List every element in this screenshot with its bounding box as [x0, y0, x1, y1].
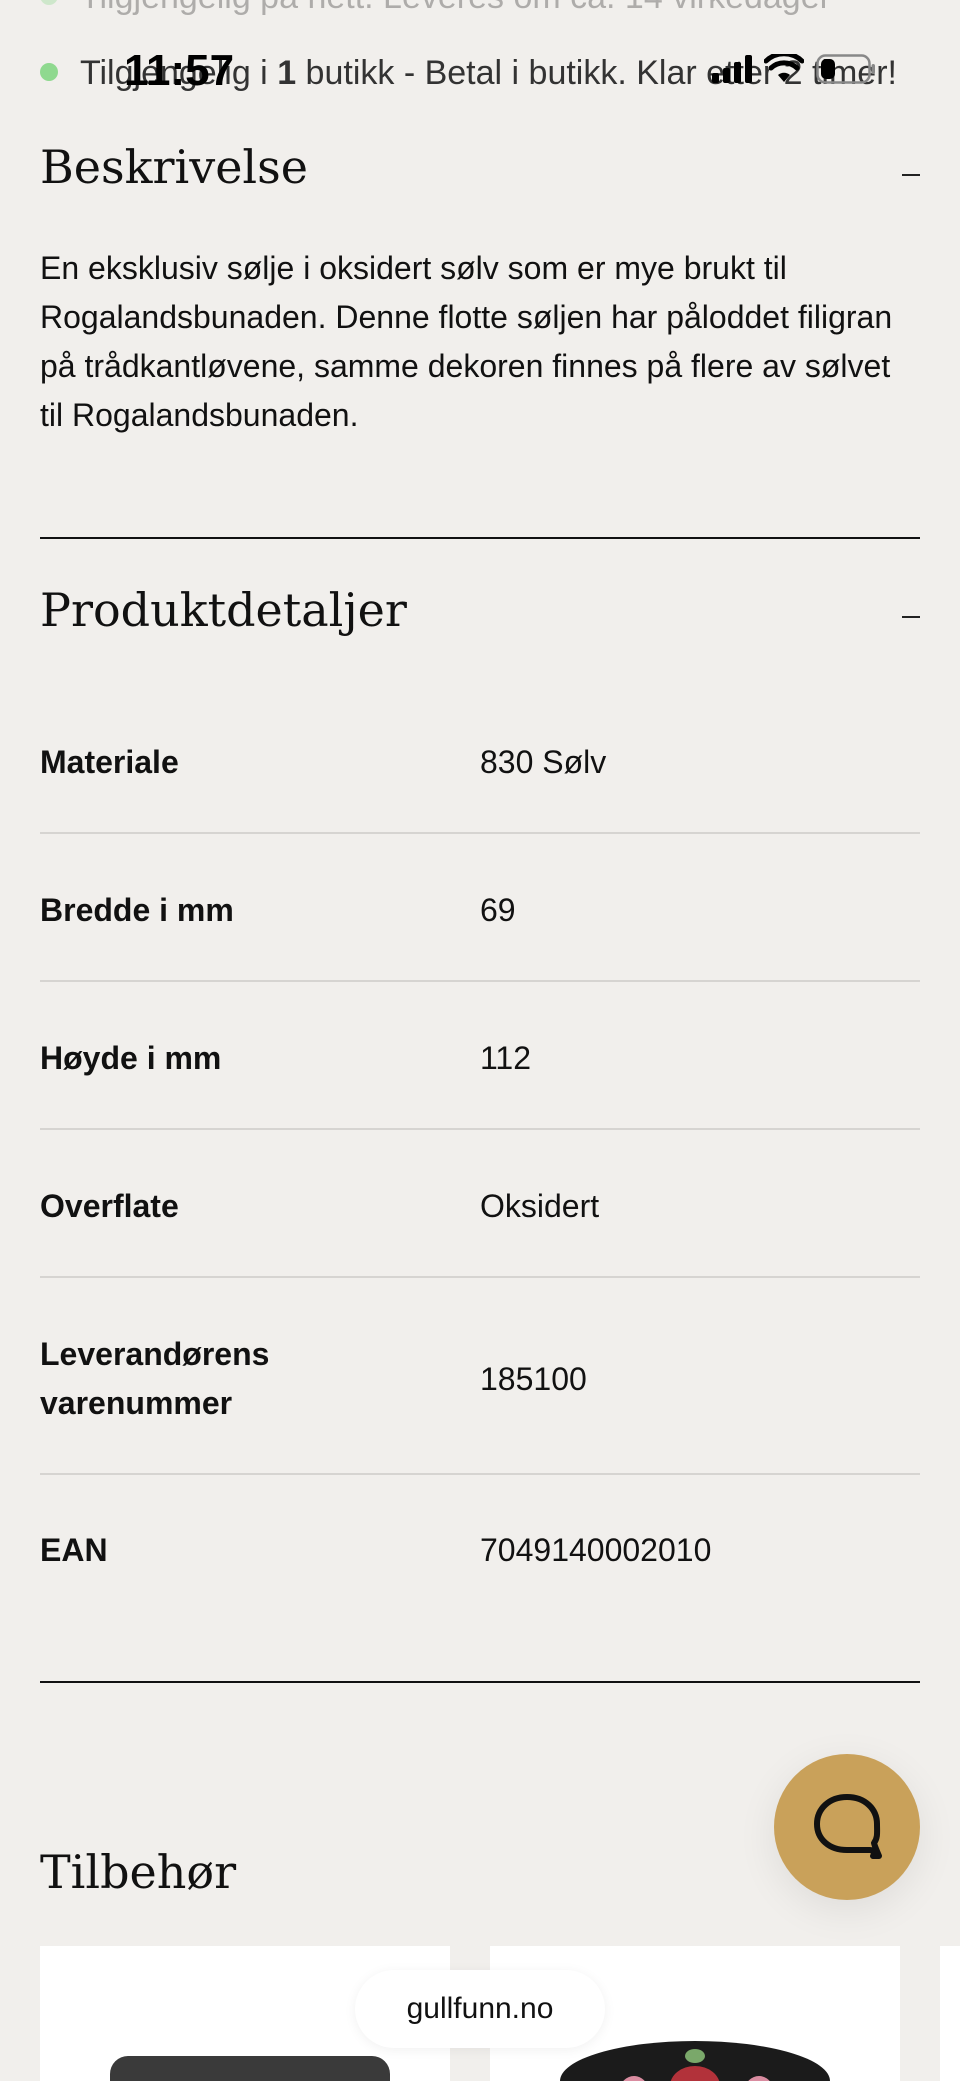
detail-label-width: Bredde i mm — [40, 892, 234, 928]
detail-label-ean: EAN — [40, 1532, 108, 1568]
detail-label-supplier-number: Leverandørens varenummer — [40, 1336, 270, 1421]
chat-bubble-icon — [814, 1794, 882, 1859]
row-divider — [40, 1128, 920, 1130]
detail-value-supplier-number: 185100 — [480, 1361, 587, 1397]
detail-label-material: Materiale — [40, 744, 179, 780]
product-thumbnail — [110, 2056, 390, 2081]
description-collapse-icon[interactable] — [902, 174, 920, 176]
detail-value-surface: Oksidert — [480, 1188, 600, 1224]
detail-value-material: 830 Sølv — [480, 744, 607, 780]
detail-label-surface: Overflate — [40, 1188, 179, 1224]
description-title[interactable]: Beskrivelse — [40, 140, 308, 194]
row-divider — [40, 1473, 920, 1475]
details-collapse-icon[interactable] — [902, 616, 920, 618]
status-icons — [712, 54, 876, 84]
battery-icon — [816, 54, 876, 84]
accessories-title: Tilbehør — [40, 1845, 237, 1899]
detail-value-ean: 7049140002010 — [480, 1532, 712, 1568]
section-divider — [40, 1681, 920, 1683]
description-text: En eksklusiv sølje i oksidert sølv som e… — [40, 250, 893, 433]
detail-value-height: 112 — [480, 1040, 532, 1076]
url-text: gullfunn.no — [406, 1992, 554, 2025]
accessory-card[interactable] — [940, 1946, 960, 2081]
detail-value-width: 69 — [480, 892, 516, 928]
status-bar: 11:57 — [0, 0, 960, 110]
detail-label-height: Høyde i mm — [40, 1040, 222, 1076]
wifi-icon — [764, 54, 804, 84]
details-title[interactable]: Produktdetaljer — [40, 583, 407, 637]
status-time: 11:57 — [124, 46, 235, 95]
section-divider — [40, 537, 920, 539]
product-thumbnail — [560, 2041, 830, 2081]
chat-button[interactable] — [774, 1754, 920, 1900]
row-divider — [40, 980, 920, 982]
cellular-signal-icon — [712, 55, 752, 83]
product-page: Tilgjengelig på nett. Leveres om ca. 14 … — [0, 0, 960, 2081]
row-divider — [40, 832, 920, 834]
row-divider — [40, 1276, 920, 1278]
browser-url-bar[interactable]: gullfunn.no — [355, 1970, 605, 2048]
